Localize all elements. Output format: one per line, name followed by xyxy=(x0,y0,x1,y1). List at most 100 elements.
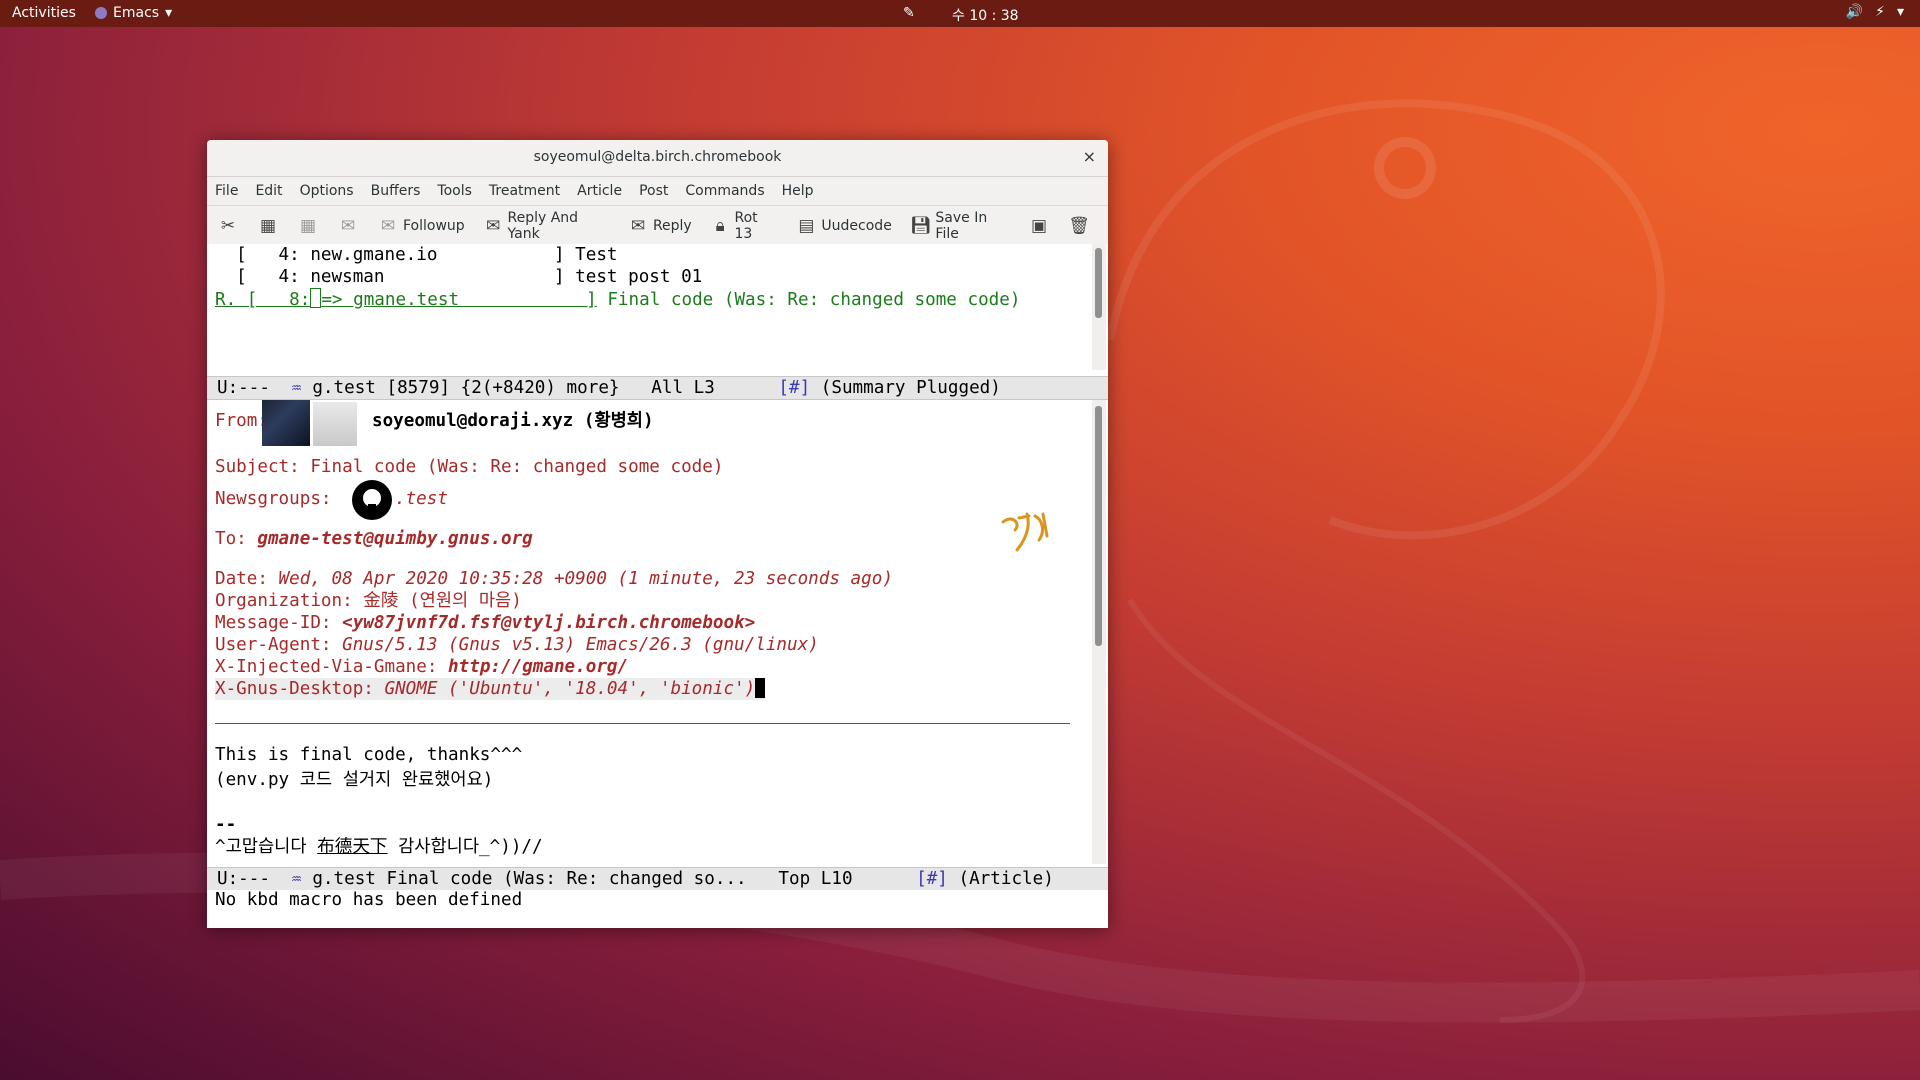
subject-label: Subject: xyxy=(215,457,300,477)
page-icon: ▦ xyxy=(259,216,277,236)
reply-and-yank-label: Reply And Yank xyxy=(507,210,579,242)
menu-options[interactable]: Options xyxy=(300,183,354,199)
summary-current-subject: Final code (Was: Re: changed some code) xyxy=(596,290,1021,310)
signature-separator: -- xyxy=(215,815,237,835)
x-gnus-desktop-label: X-Gnus-Desktop: xyxy=(215,679,374,699)
system-tray[interactable]: 🔊 ⚡ ▾ xyxy=(1846,4,1904,20)
toolbar-button-next[interactable]: ▦ xyxy=(257,215,279,237)
reply-label: Reply xyxy=(652,218,692,234)
menu-treatment[interactable]: Treatment xyxy=(489,183,560,199)
to-value[interactable]: gmane-test@quimby.gnus.org xyxy=(247,529,532,549)
save-in-file-button[interactable]: 💾︎ Save In File xyxy=(910,210,1010,242)
signature-face-icon xyxy=(1001,512,1049,552)
date-value: Wed, 08 Apr 2020 10:35:28 +0900 (1 minut… xyxy=(267,569,893,589)
body-line: This is final code, thanks^^^ xyxy=(215,745,523,765)
activities-button[interactable]: Activities xyxy=(12,5,76,21)
save-in-file-label: Save In File xyxy=(935,210,988,242)
uudecode-button[interactable]: ▤ Uudecode xyxy=(795,215,891,237)
user-agent-value: Gnus/5.13 (Gnus v5.13) Emacs/26.3 (gnu/l… xyxy=(331,635,819,655)
title-bar[interactable]: soyeomul@delta.birch.chromebook × xyxy=(207,140,1108,177)
save-icon: 💾︎ xyxy=(909,216,932,236)
newsgroups-value: .test xyxy=(395,489,448,509)
mode-line-status: U:--- xyxy=(217,378,292,398)
emacs-icon xyxy=(95,7,107,19)
page-dim-icon: ▦ xyxy=(299,216,317,236)
from-value: soyeomul@doraji.xyz (황병희) xyxy=(372,411,654,431)
from-header: From: xyxy=(215,410,268,432)
app-menu-label: Emacs xyxy=(113,5,160,21)
x-gnus-desktop-header: X-Gnus-Desktop: GNOME ('Ubuntu', '18.04'… xyxy=(215,678,766,700)
toolbar-button-delete[interactable]: 🗑︎ xyxy=(1068,215,1090,237)
chevron-down-icon[interactable]: ▾ xyxy=(1897,4,1904,20)
toolbar: ✂ ▦ ▦ ✉ ✉ Followup ✉ Reply And Yank ✉ Reply… xyxy=(207,206,1108,247)
summary-line-current[interactable]: R. [ 8: => gmane.test ] Final code (Was: … xyxy=(215,288,1020,311)
menu-file[interactable]: File xyxy=(215,183,238,199)
x-gnus-desktop-value: GNOME ('Ubuntu', '18.04', 'bionic') xyxy=(373,679,756,699)
followup-icon: ✉ xyxy=(380,216,396,236)
menu-article[interactable]: Article xyxy=(577,183,622,199)
followup-button[interactable]: ✉ Followup xyxy=(377,215,465,237)
scrollbar-thumb[interactable] xyxy=(1095,248,1102,318)
clock[interactable]: 수 10 : 38 xyxy=(952,5,1019,25)
chevron-down-icon: ▾ xyxy=(165,5,173,21)
signature-text-pre: ^고맙습니다 xyxy=(215,837,318,857)
mode-line-tag: [#] xyxy=(778,378,811,398)
article-scrollbar[interactable] xyxy=(1092,400,1106,864)
battery-icon[interactable]: ⚡ xyxy=(1875,4,1885,20)
cut-icon: ✂ xyxy=(220,216,236,236)
rot13-label: Rot 13 xyxy=(734,210,758,242)
reply-button[interactable]: ✉ Reply xyxy=(627,215,692,237)
newsgroups-label: Newsgroups: xyxy=(215,489,332,509)
uudecode-label: Uudecode xyxy=(821,218,892,234)
to-header: To: gmane-test@quimby.gnus.org xyxy=(215,528,533,550)
article-buffer[interactable]: From: soyeomul@doraji.xyz (황병희) Subject:… xyxy=(207,400,1108,864)
toolbar-button-post[interactable]: ✉ xyxy=(337,215,359,237)
echo-area[interactable]: No kbd macro has been defined xyxy=(207,889,1108,911)
signature-line: ^고맙습니다 布德天下 감사합니다_^))// xyxy=(215,836,543,858)
menu-buffers[interactable]: Buffers xyxy=(371,183,421,199)
signature-link[interactable]: 布德天下 xyxy=(317,837,387,857)
mode-line-mode: (Summary Plugged) xyxy=(810,378,1001,398)
organization-header: Organization: 金陵 (연원의 마음) xyxy=(215,590,522,612)
x-injected-label: X-Injected-Via-Gmane: xyxy=(215,657,438,677)
toolbar-button-catchup[interactable]: ▦ xyxy=(297,215,319,237)
from-label: From: xyxy=(215,411,268,431)
weather-icon: ✎ xyxy=(903,5,915,21)
menu-post[interactable]: Post xyxy=(639,183,668,199)
text-cursor xyxy=(755,678,766,698)
mode-line-mode: (Article) xyxy=(947,869,1054,889)
scrollbar-thumb[interactable] xyxy=(1095,406,1102,646)
message-id-value[interactable]: <yw87jvnf7d.fsf@vtylj.birch.chromebook> xyxy=(332,613,755,633)
organization-label: Organization: xyxy=(215,591,353,611)
x-injected-value[interactable]: http://gmane.org/ xyxy=(437,657,628,677)
emacs-window: soyeomul@delta.birch.chromebook × File E… xyxy=(207,140,1108,928)
followup-label: Followup xyxy=(403,218,465,234)
menu-bar: File Edit Options Buffers Tools Treatmen… xyxy=(207,177,1108,206)
menu-edit[interactable]: Edit xyxy=(255,183,282,199)
toolbar-button-prev[interactable]: ✂ xyxy=(217,215,239,237)
message-id-header: Message-ID: <yw87jvnf7d.fsf@vtylj.birch.… xyxy=(215,612,755,634)
summary-line[interactable]: [ 4: newsman ] test post 01 xyxy=(215,266,702,288)
rot13-button[interactable]: 🔒︎ Rot 13 xyxy=(710,210,778,242)
summary-scrollbar[interactable] xyxy=(1092,244,1106,370)
summary-line[interactable]: [ 4: new.gmane.io ] Test xyxy=(215,244,617,266)
message-id-label: Message-ID: xyxy=(215,613,332,633)
x-face-image xyxy=(262,400,310,446)
window-title: soyeomul@delta.birch.chromebook xyxy=(533,149,782,165)
article-mode-line: U:--- ♒ g.test Final code (Was: Re: chan… xyxy=(207,867,1108,890)
subject-value: Final code (Was: Re: changed some code) xyxy=(299,457,724,477)
gnome-top-bar: Activities Emacs ▾ ✎ 수 10 : 38 🔊 ⚡ ▾ xyxy=(0,0,1920,27)
app-menu[interactable]: Emacs ▾ xyxy=(95,5,172,21)
reply-and-yank-button[interactable]: ✉ Reply And Yank xyxy=(483,210,609,242)
menu-help[interactable]: Help xyxy=(782,183,814,199)
toolbar-button-mail[interactable]: ▣ xyxy=(1028,215,1050,237)
menu-tools[interactable]: Tools xyxy=(437,183,472,199)
header-body-separator xyxy=(215,723,1070,724)
date-label: Date: xyxy=(215,569,268,589)
summary-buffer[interactable]: [ 4: new.gmane.io ] Test [ 4: newsman ] … xyxy=(207,244,1108,370)
close-icon[interactable]: × xyxy=(1083,147,1096,166)
newsgroups-header: Newsgroups: xyxy=(215,488,332,510)
volume-icon[interactable]: 🔊 xyxy=(1846,4,1863,20)
menu-commands[interactable]: Commands xyxy=(685,183,764,199)
summary-current-group: => gmane.test ] xyxy=(321,290,597,310)
